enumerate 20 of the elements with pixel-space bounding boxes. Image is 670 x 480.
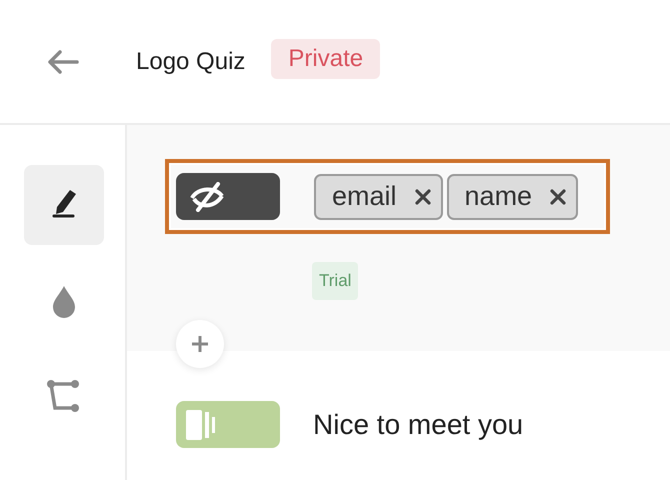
tag-label: email xyxy=(332,181,397,212)
close-icon[interactable] xyxy=(550,188,566,204)
add-button[interactable] xyxy=(176,320,224,368)
tag-label: name xyxy=(464,181,532,212)
field-tag[interactable]: email xyxy=(314,174,443,220)
hidden-fields-row[interactable]: email name xyxy=(165,159,610,234)
message-icon xyxy=(186,410,218,440)
message-text: Nice to meet you xyxy=(313,408,524,440)
hidden-field-button[interactable] xyxy=(176,173,280,220)
trial-badge: Trial xyxy=(312,262,358,300)
close-icon[interactable] xyxy=(414,188,431,204)
field-tag[interactable]: name xyxy=(446,174,578,220)
private-badge: Private xyxy=(271,38,380,78)
route-icon xyxy=(47,379,81,415)
quiz-title: Logo Quiz xyxy=(136,48,246,76)
pen-tool-button[interactable] xyxy=(24,165,104,245)
back-arrow-icon[interactable] xyxy=(47,48,79,74)
drop-icon xyxy=(51,284,77,318)
plus-icon xyxy=(191,335,209,353)
eye-slash-icon xyxy=(190,182,224,212)
